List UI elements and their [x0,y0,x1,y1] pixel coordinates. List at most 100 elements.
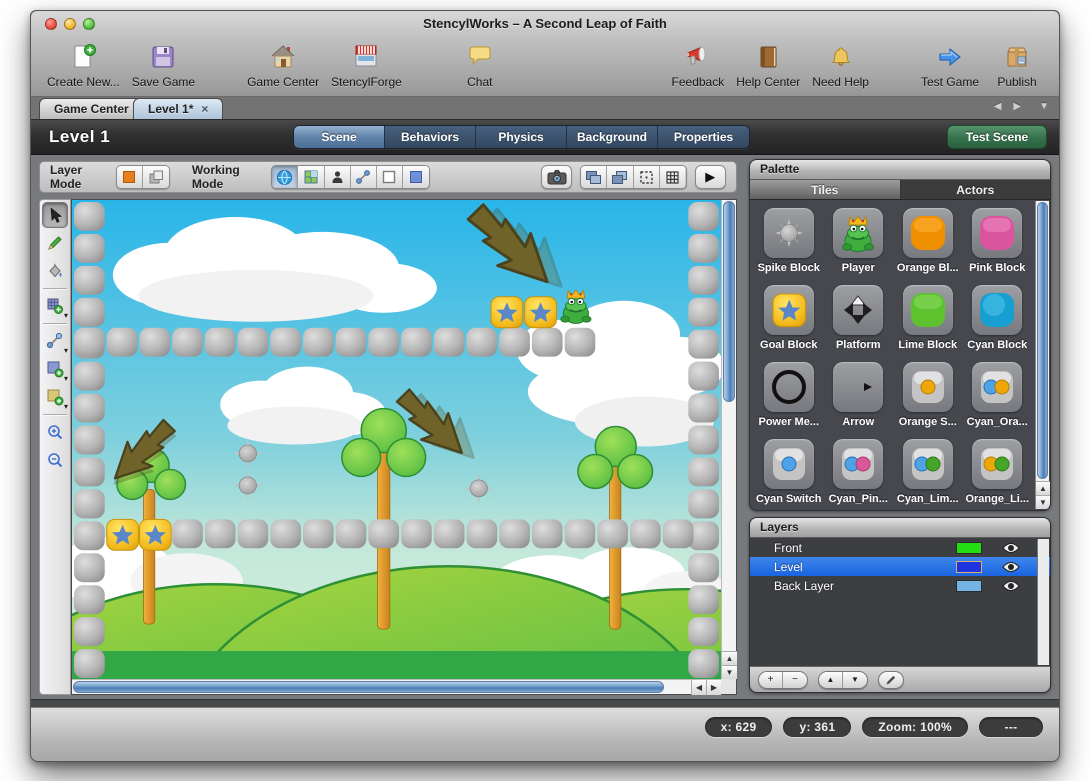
tile-block[interactable] [139,328,170,357]
tile-block[interactable] [303,328,334,357]
palette-item[interactable]: Power Me... [754,358,824,435]
need-help-button[interactable]: Need Help [806,39,875,91]
scrollbar-thumb[interactable] [73,681,664,693]
actor-mode-button[interactable] [325,166,351,188]
tile-block[interactable] [688,585,719,614]
tile-block[interactable] [74,521,105,550]
show-grid-button[interactable] [660,166,686,188]
feedback-button[interactable]: Feedback [666,39,731,91]
layer-color-swatch[interactable] [956,542,982,554]
tile-block[interactable] [303,519,334,548]
scroll-right-button[interactable]: ▶ [706,680,721,695]
layer-color-swatch[interactable] [956,561,982,573]
layer-row-back-layer[interactable]: Back Layer [750,576,1050,595]
scroll-down-button[interactable]: ▼ [722,665,737,679]
remove-layer-button[interactable]: − [783,672,807,688]
tile-block[interactable] [74,553,105,582]
tile-block[interactable] [270,519,301,548]
add-layer-button[interactable]: + [759,672,783,688]
terrain-mode-button[interactable] [403,166,429,188]
visibility-eye-icon[interactable] [1002,580,1020,592]
tile-block[interactable] [74,266,105,295]
layers-scrollbar[interactable] [1037,539,1049,665]
layer-color-swatch[interactable] [956,580,982,592]
scrollbar-thumb[interactable] [1037,202,1048,479]
palette-tab-tiles[interactable]: Tiles [750,180,901,199]
tile-block[interactable] [688,362,719,391]
palette-scrollbar[interactable]: ▲ ▼ [1035,201,1049,509]
tile-block[interactable] [74,362,105,391]
visibility-eye-icon[interactable] [1002,561,1020,573]
scroll-left-button[interactable]: ◀ [691,680,706,695]
goal-block-actor[interactable] [139,519,171,550]
help-center-button[interactable]: Help Center [730,39,806,91]
scroll-down-button[interactable]: ▼ [1036,495,1050,509]
tab-nav-left-icon[interactable]: ◀ [994,101,1002,112]
palette-item[interactable]: Cyan_Ora... [963,358,1033,435]
tile-block[interactable] [688,426,719,455]
layer-row-level[interactable]: Level [750,557,1050,576]
canvas-horizontal-scrollbar[interactable]: ◀ ▶ [72,679,721,694]
close-tab-icon[interactable]: × [201,104,208,114]
move-layer-down-button[interactable]: ▼ [843,672,867,688]
region-mode-button[interactable] [377,166,403,188]
tile-block[interactable] [434,328,465,357]
zoom-out-tool[interactable] [42,447,68,473]
tile-block[interactable] [467,328,498,357]
game-center-button[interactable]: Game Center [241,39,325,91]
single-layer-mode-button[interactable] [117,166,143,188]
tile-block[interactable] [74,617,105,646]
tile-block[interactable] [688,457,719,486]
minimize-window-button[interactable] [64,18,76,30]
publish-button[interactable]: Publish [985,39,1049,91]
tile-block[interactable] [688,330,719,359]
tile-block[interactable] [688,298,719,327]
palette-item[interactable]: Orange_Li... [963,435,1033,511]
zoom-in-tool[interactable] [42,419,68,445]
palette-item[interactable]: Player [824,204,894,281]
tile-block[interactable] [688,489,719,518]
test-scene-button[interactable]: Test Scene [947,125,1047,149]
palette-item[interactable]: Orange Bl... [893,204,963,281]
tile-block[interactable] [74,234,105,263]
tile-block[interactable] [74,394,105,423]
palette-item[interactable]: Arrow [824,358,894,435]
tile-block[interactable] [688,553,719,582]
scene-canvas[interactable] [72,200,721,679]
tile-block[interactable] [172,328,203,357]
tile-block[interactable] [74,585,105,614]
palette-item[interactable]: Lime Block [893,281,963,358]
tile-block[interactable] [74,328,105,357]
tab-physics[interactable]: Physics [476,126,567,148]
pointer-tool[interactable] [42,202,68,228]
scene-mode-button[interactable] [272,166,298,188]
edit-layer-button[interactable] [878,671,904,689]
tile-block[interactable] [74,649,105,678]
scroll-up-button[interactable]: ▲ [722,651,737,665]
stencylforge-button[interactable]: StencylForge [325,39,408,91]
save-game-button[interactable]: Save Game [126,39,201,91]
tile-block[interactable] [688,234,719,263]
close-window-button[interactable] [45,18,57,30]
tile-block[interactable] [401,328,432,357]
palette-item[interactable]: Cyan_Pin... [824,435,894,511]
tab-properties[interactable]: Properties [658,126,749,148]
screenshot-button[interactable] [541,165,572,189]
tile-block[interactable] [368,328,399,357]
bring-forward-button[interactable] [607,166,633,188]
palette-item[interactable]: Cyan_Lim... [893,435,963,511]
tile-block[interactable] [467,519,498,548]
tile-block[interactable] [107,328,138,357]
tile-block[interactable] [238,328,269,357]
goal-block-actor[interactable] [525,297,557,328]
pencil-tool[interactable] [42,230,68,256]
tile-block[interactable] [368,519,399,548]
tile-block[interactable] [205,519,236,548]
goal-block-actor[interactable] [107,519,139,550]
joint-tool[interactable]: ▾ [42,328,68,354]
tile-block[interactable] [434,519,465,548]
palette-item[interactable]: Pink Block [963,204,1033,281]
tile-block[interactable] [499,328,530,357]
tile-block[interactable] [630,519,661,548]
tile-block[interactable] [499,519,530,548]
